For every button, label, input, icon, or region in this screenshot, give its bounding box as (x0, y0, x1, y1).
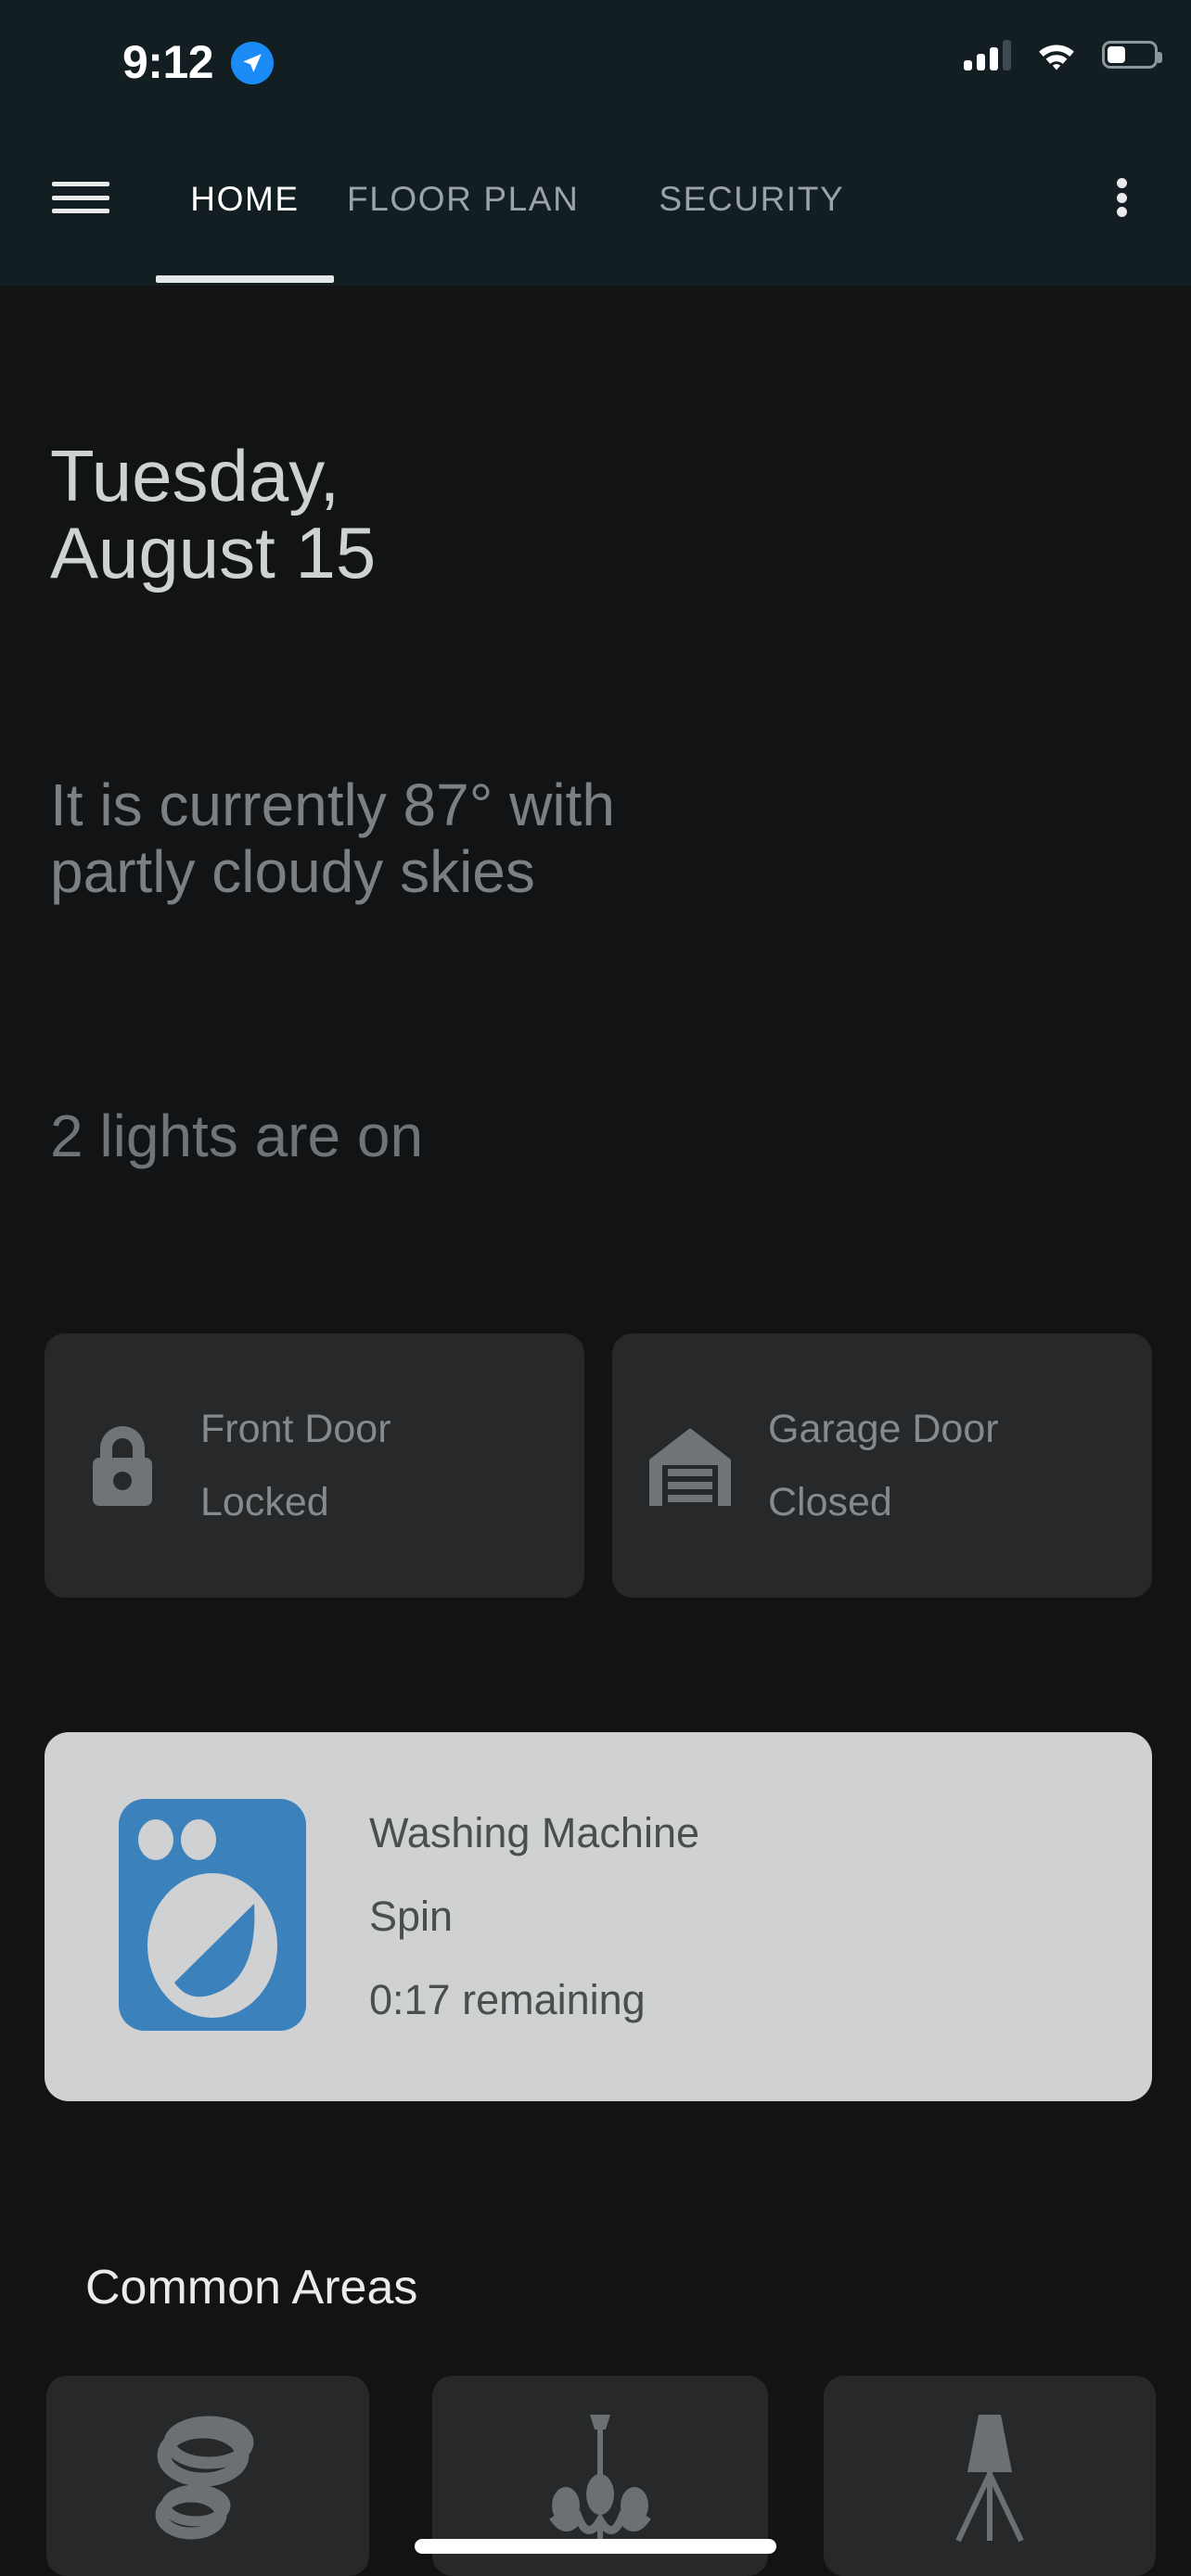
status-card-front-door[interactable]: Front Door Locked (45, 1333, 584, 1598)
status-bar-clock: 9:12 (122, 35, 213, 89)
status-card-text: Front Door Locked (200, 1407, 391, 1525)
status-bar-indicators (964, 39, 1158, 70)
status-bar: 9:12 (0, 0, 1191, 111)
top-chrome: 9:12 (0, 0, 1191, 286)
status-card-state: Locked (200, 1480, 391, 1525)
date-headline: Tuesday, August 15 (50, 438, 1070, 591)
weather-line-2: partly cloudy skies (50, 838, 1052, 905)
garage-door-icon (612, 1422, 768, 1510)
section-title-common-areas: Common Areas (85, 2260, 417, 2315)
lock-closed-icon (45, 1422, 200, 1510)
tab-floor-plan[interactable]: FLOOR PLAN (347, 180, 579, 219)
date-line-2: August 15 (50, 515, 1070, 592)
area-card-ceiling-lights[interactable] (46, 2376, 369, 2576)
status-card-state: Closed (768, 1480, 999, 1525)
lights-summary: 2 lights are on (50, 1102, 423, 1170)
phone-screen: 9:12 (0, 0, 1191, 2576)
washing-machine-icon (119, 1799, 306, 2035)
active-tab-indicator (156, 275, 334, 283)
tab-security[interactable]: SECURITY (659, 180, 844, 219)
app-bar: HOME FLOOR PLAN SECURITY (0, 139, 1191, 286)
tab-home[interactable]: HOME (156, 180, 334, 219)
home-indicator-bar[interactable] (415, 2539, 776, 2554)
status-card-name: Garage Door (768, 1407, 999, 1452)
weather-line-1: It is currently 87° with (50, 772, 1052, 838)
status-card-name: Front Door (200, 1407, 391, 1452)
status-card-text: Garage Door Closed (768, 1407, 999, 1525)
area-card-floor-lamp[interactable] (824, 2376, 1156, 2576)
date-line-1: Tuesday, (50, 438, 1070, 515)
cellular-signal-icon (964, 39, 1011, 70)
weather-summary: It is currently 87° with partly cloudy s… (50, 772, 1052, 906)
tab-bar: HOME FLOOR PLAN SECURITY (156, 180, 844, 219)
recessed-ceiling-lights-icon (149, 2409, 266, 2546)
floor-lamp-icon (938, 2409, 1042, 2546)
location-arrow-icon (231, 42, 274, 84)
appliance-time-remaining: 0:17 remaining (369, 1976, 699, 2024)
battery-icon (1102, 41, 1158, 69)
chandelier-icon (542, 2409, 659, 2546)
status-card-garage-door[interactable]: Garage Door Closed (612, 1333, 1152, 1598)
appliance-name: Washing Machine (369, 1809, 699, 1857)
wifi-icon (1035, 39, 1078, 70)
hamburger-menu-icon[interactable] (52, 176, 109, 219)
appliance-card-text: Washing Machine Spin 0:17 remaining (369, 1809, 699, 2024)
more-vertical-icon[interactable] (1100, 176, 1143, 219)
appliance-card-washing-machine[interactable]: Washing Machine Spin 0:17 remaining (45, 1732, 1152, 2101)
appliance-cycle: Spin (369, 1893, 699, 1941)
